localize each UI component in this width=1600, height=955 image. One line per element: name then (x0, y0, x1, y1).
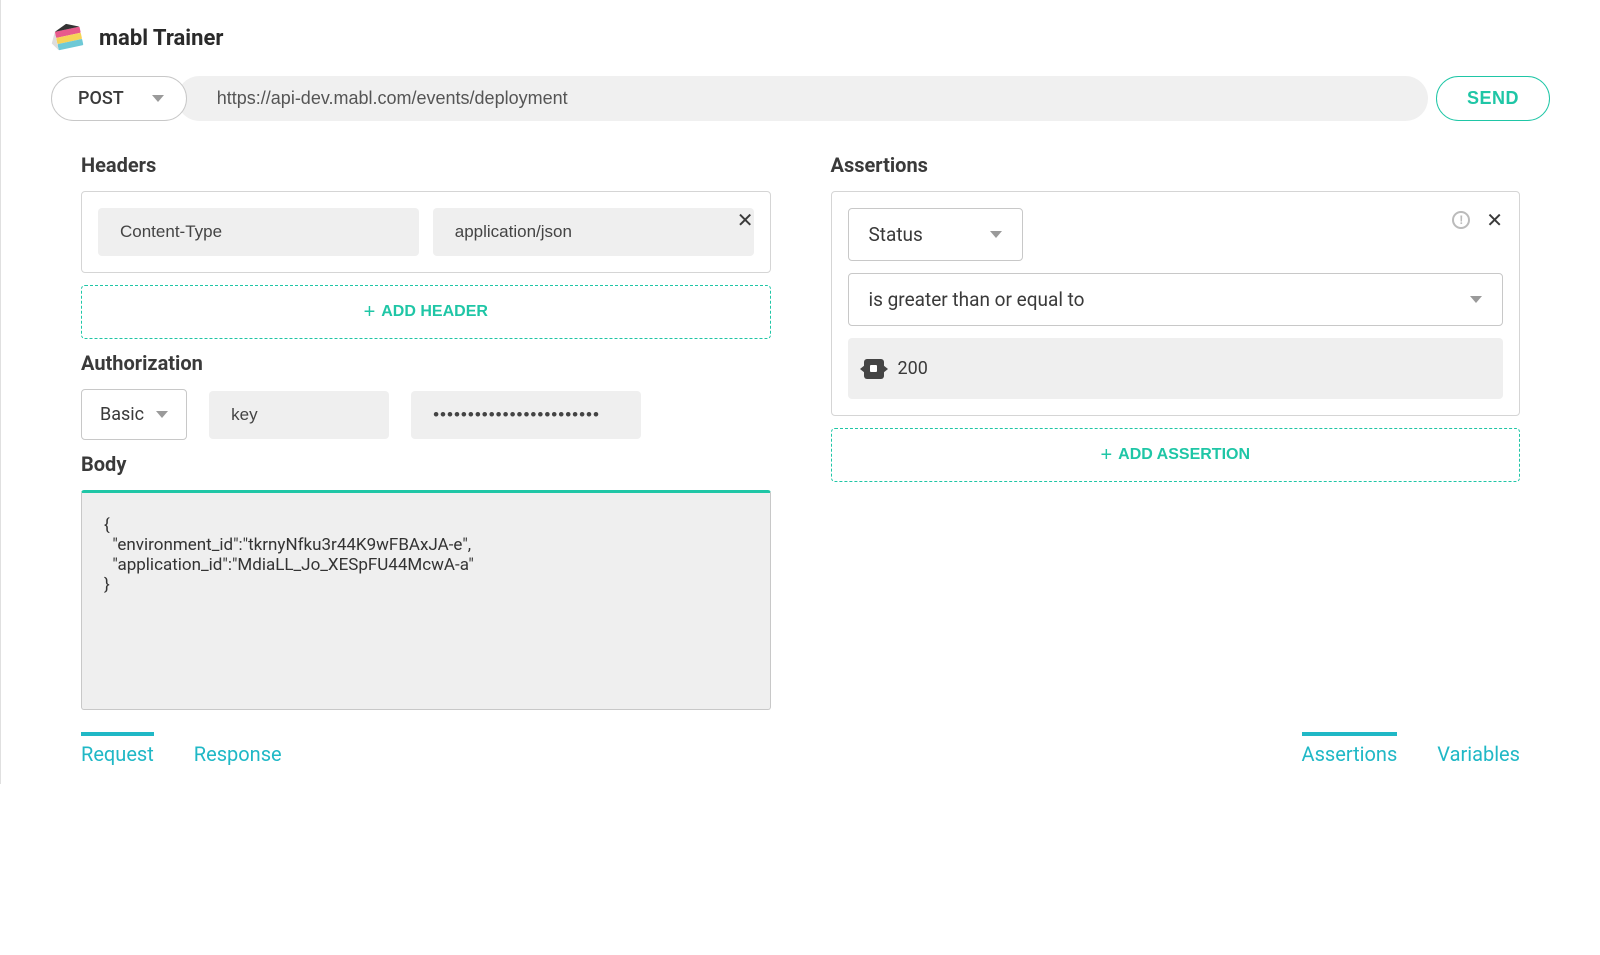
auth-type-label: Basic (100, 404, 144, 425)
assertion-value-field[interactable]: 200 (848, 338, 1504, 399)
header-value-input[interactable] (433, 208, 754, 256)
chevron-down-icon (1470, 296, 1482, 303)
mabl-logo-icon (51, 20, 87, 56)
chevron-down-icon (156, 411, 168, 418)
assertion-type-label: Status (869, 223, 923, 246)
chevron-down-icon (990, 231, 1002, 238)
assertion-operator-label: is greater than or equal to (869, 288, 1085, 311)
plus-icon: + (1100, 445, 1112, 465)
chevron-down-icon (152, 95, 164, 102)
assertion-card: ! ✕ Status is greater than or equal to 2… (831, 191, 1521, 416)
assertions-title: Assertions (831, 153, 1521, 177)
auth-type-select[interactable]: Basic (81, 389, 187, 440)
tab-assertions[interactable]: Assertions (1302, 732, 1398, 766)
http-method-label: POST (78, 88, 124, 109)
variable-icon[interactable] (864, 359, 884, 379)
add-header-button[interactable]: + ADD HEADER (81, 285, 771, 339)
info-icon[interactable]: ! (1452, 211, 1470, 229)
add-assertion-label: ADD ASSERTION (1118, 446, 1250, 464)
auth-password-input[interactable] (411, 391, 641, 439)
authorization-title: Authorization (81, 351, 771, 375)
plus-icon: + (364, 302, 376, 322)
http-method-select[interactable]: POST (51, 76, 187, 121)
left-tabs: Request Response (81, 732, 282, 766)
header-row-card: ✕ (81, 191, 771, 273)
auth-username-input[interactable] (209, 391, 389, 439)
request-panel: Headers ✕ + ADD HEADER Authorization Bas… (51, 141, 801, 710)
assertion-type-select[interactable]: Status (848, 208, 1023, 261)
url-bar: POST SEND (1, 66, 1600, 141)
app-header: mabl Trainer (1, 0, 1600, 66)
main-panels: Headers ✕ + ADD HEADER Authorization Bas… (1, 141, 1600, 710)
assertion-value-text: 200 (898, 358, 928, 379)
add-assertion-button[interactable]: + ADD ASSERTION (831, 428, 1521, 482)
bottom-tabs: Request Response Assertions Variables (1, 710, 1600, 784)
tab-variables[interactable]: Variables (1437, 732, 1520, 766)
authorization-row: Basic (81, 389, 771, 440)
tab-request[interactable]: Request (81, 732, 154, 766)
assertions-panel: Assertions ! ✕ Status is greater than or… (801, 141, 1551, 710)
send-button[interactable]: SEND (1436, 76, 1550, 121)
body-editor[interactable]: { "environment_id":"tkrnyNfku3r44K9wFBAx… (81, 490, 771, 710)
remove-assertion-icon[interactable]: ✕ (1486, 208, 1503, 232)
remove-header-icon[interactable]: ✕ (737, 208, 754, 232)
header-key-input[interactable] (98, 208, 419, 256)
add-header-label: ADD HEADER (381, 303, 488, 321)
body-title: Body (81, 452, 771, 476)
tab-response[interactable]: Response (194, 732, 282, 766)
right-tabs: Assertions Variables (1302, 732, 1520, 766)
headers-title: Headers (81, 153, 771, 177)
app-title: mabl Trainer (99, 26, 223, 51)
assertion-operator-select[interactable]: is greater than or equal to (848, 273, 1504, 326)
url-input[interactable] (177, 76, 1428, 121)
